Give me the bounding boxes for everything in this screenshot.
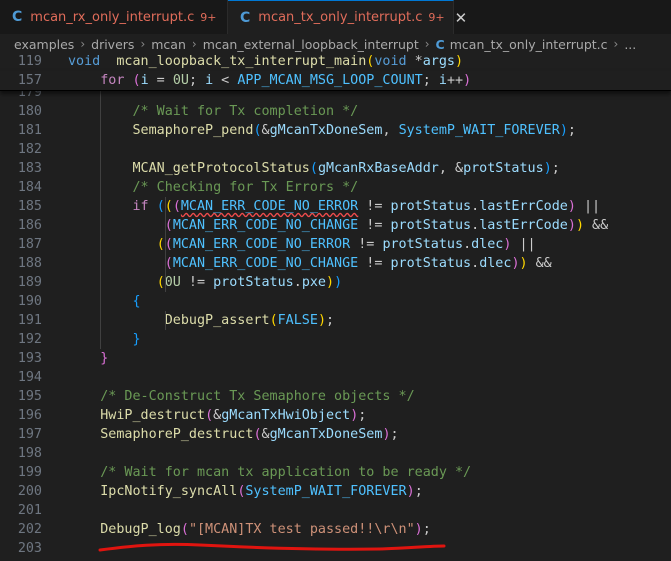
code-token: i [205, 73, 214, 88]
code-token: for [100, 73, 125, 88]
code-token: 0U [172, 73, 189, 88]
line-number: 119 [17, 54, 42, 69]
code-text: void mcan_loopback_tx_interrupt_main(voi… [68, 52, 463, 71]
code-token: ( [132, 73, 141, 88]
code-token: ) [463, 73, 472, 88]
code-token: ; [188, 73, 206, 88]
line-number: 157 [17, 73, 42, 88]
code-token: ++ [446, 73, 464, 88]
code-token: ; [422, 73, 439, 88]
code-token: args [422, 54, 455, 69]
code-token: ) [454, 54, 464, 69]
code-token: void [374, 54, 407, 69]
sticky-scroll-line[interactable]: 157 for (i = 0U; i < APP_MCAN_MSG_LOOP_C… [0, 71, 671, 91]
sticky-scroll-line[interactable]: 119 void mcan_loopback_tx_interrupt_main(… [0, 52, 671, 71]
code-token: mcan_loopback_tx_interrupt_main [116, 54, 367, 69]
code-token: i [438, 73, 447, 88]
code-token: < [213, 73, 238, 88]
code-token: * [406, 54, 423, 69]
code-token: i [140, 73, 149, 88]
code-token: void [68, 54, 101, 69]
code-token: = [148, 73, 173, 88]
code-text: for (i = 0U; i < APP_MCAN_MSG_LOOP_COUNT… [68, 71, 471, 90]
code-token: APP_MCAN_MSG_LOOP_COUNT [237, 73, 423, 88]
